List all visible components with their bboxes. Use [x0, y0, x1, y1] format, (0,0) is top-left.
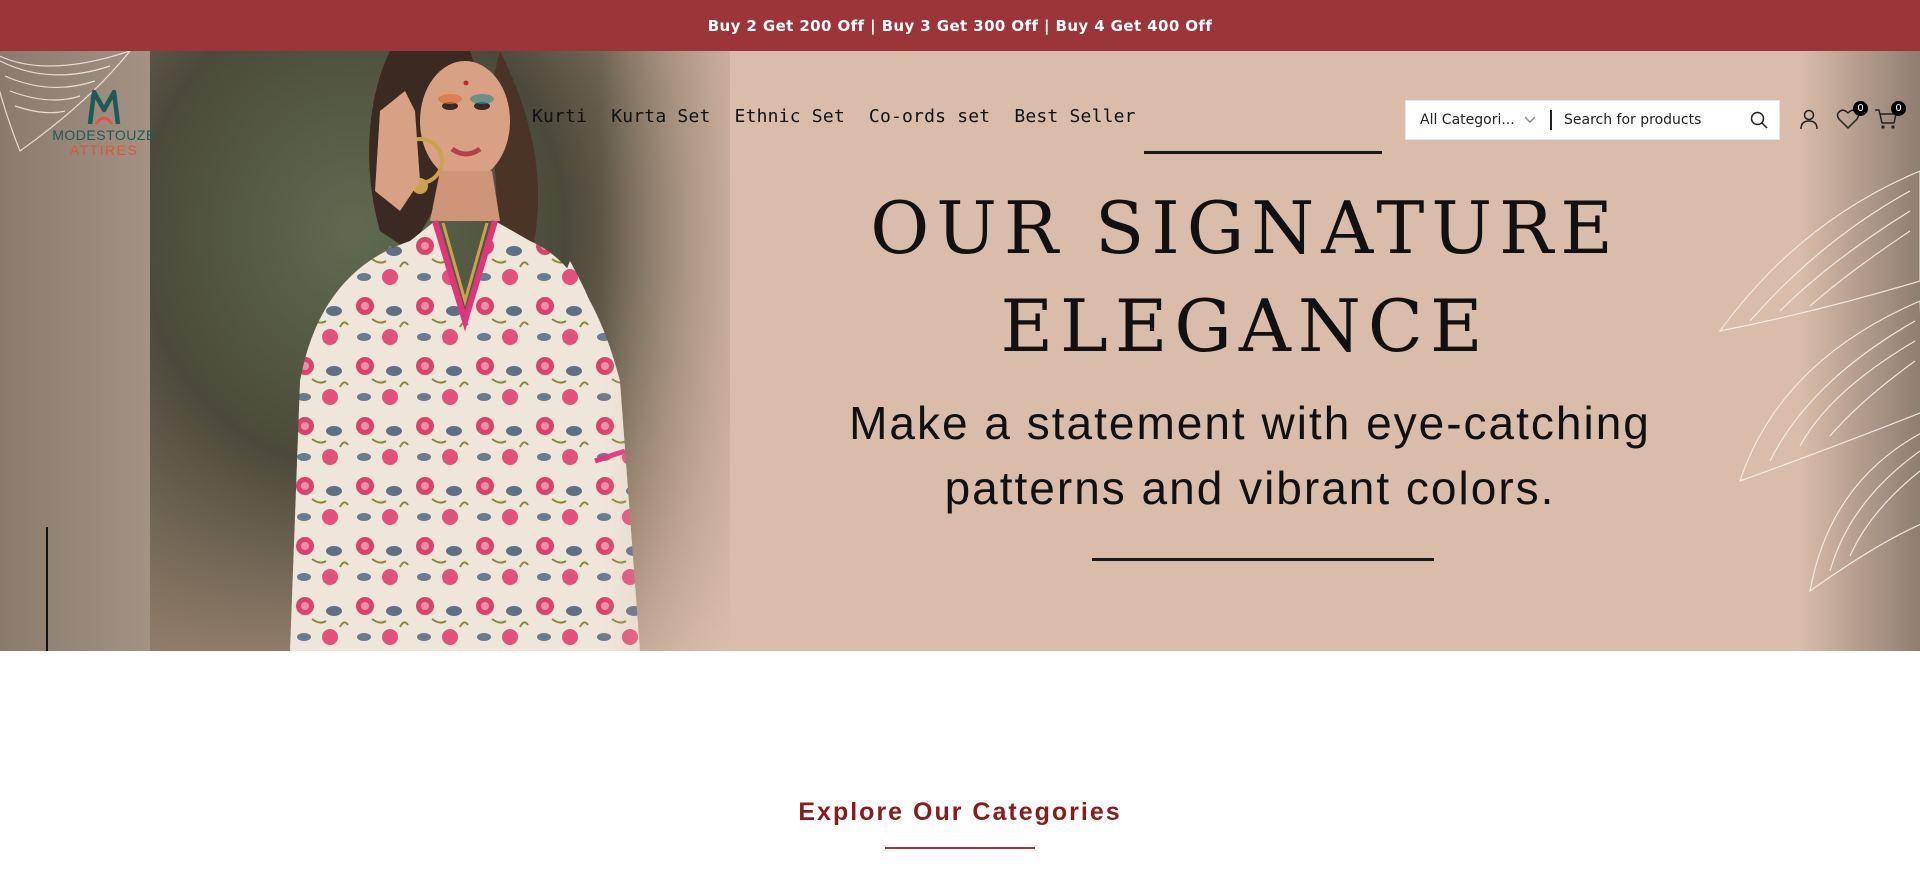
nav-item-best-seller[interactable]: Best Seller	[1014, 106, 1135, 127]
logo-m-icon	[87, 89, 121, 125]
search-button[interactable]	[1739, 101, 1779, 139]
announcement-bar: Buy 2 Get 200 Off | Buy 3 Get 300 Off | …	[0, 0, 1920, 51]
hero-divider-top	[1144, 151, 1382, 154]
hero-divider-bottom	[1092, 558, 1434, 561]
categories-heading-underline	[885, 847, 1035, 849]
site-logo[interactable]: MODESTOUZE ATTIRES	[48, 88, 160, 164]
category-select-value: All Categori...	[1420, 112, 1515, 128]
cart-button[interactable]: 0	[1873, 101, 1906, 132]
hero-subtitle-line1: Make a statement with eye-catching	[849, 397, 1651, 449]
search-icon	[1750, 111, 1768, 129]
logo-text-sub: ATTIRES	[69, 142, 139, 158]
nav-item-co-ords-set[interactable]: Co-ords set	[869, 106, 990, 127]
hero-photo-fade	[600, 51, 780, 651]
chevron-down-icon	[1524, 116, 1536, 123]
lotus-petal-decoration-right	[1718, 170, 1920, 593]
hero-title-line1: OUR SIGNATURE	[870, 186, 1620, 270]
hero-subtitle: Make a statement with eye-catching patte…	[820, 391, 1680, 521]
hero-banner[interactable]: OUR SIGNATURE ELEGANCE Make a statement …	[0, 51, 1920, 651]
logo-text-main: MODESTOUZE	[52, 127, 156, 143]
search-input[interactable]	[1564, 112, 1739, 128]
account-button[interactable]	[1796, 106, 1822, 132]
wishlist-button[interactable]: 0	[1835, 101, 1868, 132]
nav-item-kurti[interactable]: Kurti	[532, 106, 587, 127]
nav-item-ethnic-set[interactable]: Ethnic Set	[735, 106, 845, 127]
hero-title: OUR SIGNATURE ELEGANCE	[820, 179, 1670, 375]
announcement-text: Buy 2 Get 200 Off | Buy 3 Get 300 Off | …	[707, 16, 1213, 35]
user-icon	[1800, 109, 1818, 130]
wishlist-count-badge: 0	[1853, 101, 1868, 116]
search-bar: All Categori...	[1405, 100, 1780, 140]
main-nav: Kurti Kurta Set Ethnic Set Co-ords set B…	[532, 106, 1136, 127]
hero-title-line2: ELEGANCE	[1000, 284, 1490, 368]
search-separator	[1550, 110, 1552, 130]
hero-subtitle-line2: patterns and vibrant colors.	[944, 462, 1556, 514]
category-select[interactable]: All Categori...	[1406, 112, 1546, 128]
cart-count-badge: 0	[1891, 101, 1906, 116]
categories-heading: Explore Our Categories	[798, 798, 1122, 826]
nav-item-kurta-set[interactable]: Kurta Set	[611, 106, 710, 127]
hero-vertical-line	[46, 527, 48, 651]
